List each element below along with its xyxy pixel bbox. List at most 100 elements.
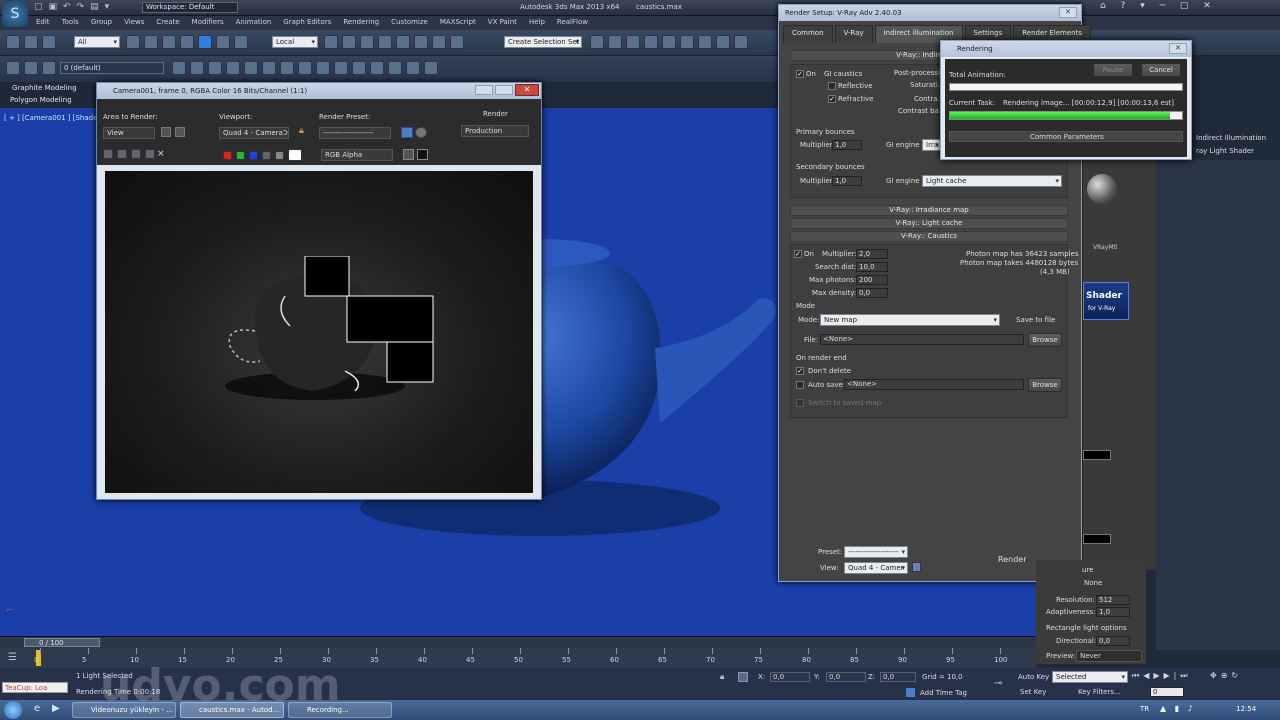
- add-time-tag-button[interactable]: Add Time Tag: [920, 689, 967, 697]
- manipulate-icon[interactable]: [342, 35, 356, 49]
- z-field[interactable]: 0,0: [880, 672, 916, 682]
- populate-icon[interactable]: [244, 61, 258, 75]
- plus-icon[interactable]: [172, 61, 186, 75]
- menu-item-views[interactable]: Views: [124, 18, 144, 26]
- prev-frame-icon[interactable]: ◀: [1143, 671, 1153, 680]
- rendering-close-icon[interactable]: ✕: [1169, 43, 1187, 54]
- menu-item-grapheditors[interactable]: Graph Editors: [283, 18, 331, 26]
- workspace-selector[interactable]: Workspace: Default: [142, 2, 238, 13]
- menu-item-animation[interactable]: Animation: [236, 18, 272, 26]
- layer-manager-icon[interactable]: [626, 35, 640, 49]
- gi-on-checkbox[interactable]: ✓: [796, 70, 804, 78]
- clone-window-icon[interactable]: [131, 149, 141, 159]
- pivot-icon[interactable]: [324, 35, 338, 49]
- time-slider-thumb[interactable]: 0 / 100: [24, 638, 100, 647]
- helper-icon[interactable]: [388, 61, 402, 75]
- red-channel-icon[interactable]: [223, 150, 232, 160]
- hide-icon[interactable]: [208, 61, 222, 75]
- menu-item-edit[interactable]: Edit: [36, 18, 50, 26]
- move-icon[interactable]: [198, 35, 212, 49]
- preset-settings-icon[interactable]: [401, 127, 413, 138]
- layer-icon[interactable]: [6, 61, 20, 75]
- render-frame-icon[interactable]: [734, 35, 748, 49]
- menu-item-create[interactable]: Create: [156, 18, 179, 26]
- orbit-icon[interactable]: ↻: [1231, 671, 1242, 680]
- light-shader-link[interactable]: ray Light Shader: [1196, 147, 1254, 155]
- key-mode-icon[interactable]: ⊸: [994, 678, 1002, 689]
- black-swatch-2[interactable]: [1083, 534, 1111, 544]
- go-to-end-icon[interactable]: ⏭: [1180, 671, 1191, 680]
- teapot-icon[interactable]: [298, 61, 312, 75]
- unlink-icon[interactable]: [24, 35, 38, 49]
- y-field[interactable]: 0,0: [826, 672, 866, 682]
- graphite-toggle-icon[interactable]: [644, 35, 658, 49]
- select-icon[interactable]: [126, 35, 140, 49]
- absolute-mode-icon[interactable]: [738, 672, 748, 682]
- mode-dropdown[interactable]: New map: [820, 314, 1000, 326]
- secondary-engine-dropdown[interactable]: Light cache: [922, 175, 1062, 187]
- mirror-icon[interactable]: [590, 35, 604, 49]
- common-params-rollout[interactable]: Common Parameters: [949, 131, 1183, 142]
- curve-editor-icon[interactable]: [662, 35, 676, 49]
- rect-select-icon[interactable]: [162, 35, 176, 49]
- max-photons-spinner[interactable]: 200: [856, 275, 888, 285]
- system-icon[interactable]: [424, 61, 438, 75]
- edit-named-sel-icon[interactable]: [450, 35, 464, 49]
- save-to-file-button[interactable]: Save to file: [1016, 316, 1055, 324]
- material-sphere-icon[interactable]: [1087, 174, 1117, 204]
- reflective-checkbox[interactable]: [828, 82, 836, 90]
- cancel-button[interactable]: Cancel: [1141, 63, 1181, 77]
- link-icon[interactable]: [6, 35, 20, 49]
- irradiance-map-rollout[interactable]: V-Ray:: Irradiance map: [790, 205, 1068, 216]
- track-bar-icon[interactable]: ☰: [8, 652, 17, 663]
- spacewarp-icon[interactable]: [406, 61, 420, 75]
- reference-coord-dropdown[interactable]: Local: [272, 36, 318, 48]
- lock-icon[interactable]: 🔒︎: [299, 126, 304, 136]
- named-selection-dropdown[interactable]: Create Selection Set: [504, 36, 582, 48]
- box-icon[interactable]: [334, 61, 348, 75]
- key-set-dropdown[interactable]: Selected: [1052, 671, 1128, 683]
- window-crossing-icon[interactable]: [180, 35, 194, 49]
- layer-select-icon[interactable]: [42, 61, 56, 75]
- polygon-modeling-tab[interactable]: Polygon Modeling: [10, 96, 72, 104]
- swatch-icon[interactable]: [288, 149, 302, 161]
- menu-item-realflow[interactable]: RealFlow: [557, 18, 588, 26]
- light-icon[interactable]: [352, 61, 366, 75]
- mono-icon[interactable]: [275, 150, 284, 160]
- black-swatch[interactable]: [1083, 450, 1111, 460]
- lock-selection-icon[interactable]: 🔒︎: [720, 672, 724, 682]
- brush-icon[interactable]: [262, 61, 276, 75]
- channel-dropdown[interactable]: RGB Alpha: [321, 149, 393, 161]
- render-setup-icon[interactable]: [716, 35, 730, 49]
- schematic-icon[interactable]: [680, 35, 694, 49]
- pan-icon[interactable]: ✥: [1210, 671, 1221, 680]
- add-time-tag-icon[interactable]: [906, 688, 915, 697]
- app-logo-icon[interactable]: S: [2, 1, 28, 27]
- area-to-render-dropdown[interactable]: View: [103, 127, 155, 139]
- menu-item-modifiers[interactable]: Modifiers: [192, 18, 224, 26]
- preview-dropdown[interactable]: Never: [1076, 650, 1142, 662]
- save-image-icon[interactable]: [103, 149, 113, 159]
- refractive-checkbox[interactable]: ✓: [828, 95, 836, 103]
- adaptiveness-spinner[interactable]: 1,0: [1096, 607, 1130, 617]
- display-icon[interactable]: [417, 149, 428, 160]
- material-editor-icon[interactable]: [698, 35, 712, 49]
- set-key-button[interactable]: Set Key: [1020, 688, 1046, 696]
- layer-add-icon[interactable]: [24, 61, 38, 75]
- current-frame-field[interactable]: 0: [1150, 687, 1184, 697]
- resolution-spinner[interactable]: 512: [1096, 595, 1130, 605]
- browse-autosave-button[interactable]: Browse: [1028, 378, 1062, 392]
- maxscript-listener[interactable]: TeaCup: Loa: [2, 682, 68, 693]
- select-name-icon[interactable]: [144, 35, 158, 49]
- print-icon[interactable]: [145, 149, 155, 159]
- auto-key-button[interactable]: Auto Key: [1018, 673, 1049, 681]
- window-controls-icon[interactable]: ⌂ ? ▾ ─ ▢ ✕: [1100, 1, 1217, 11]
- overlay-icon[interactable]: [403, 149, 414, 160]
- scale-icon[interactable]: [234, 35, 248, 49]
- menu-item-tools[interactable]: Tools: [62, 18, 79, 26]
- camera-icon[interactable]: [370, 61, 384, 75]
- language-indicator[interactable]: TR: [1140, 705, 1149, 713]
- rotate-icon[interactable]: [216, 35, 230, 49]
- light-cache-rollout[interactable]: V-Ray:: Light cache: [790, 218, 1068, 229]
- align-icon[interactable]: [608, 35, 622, 49]
